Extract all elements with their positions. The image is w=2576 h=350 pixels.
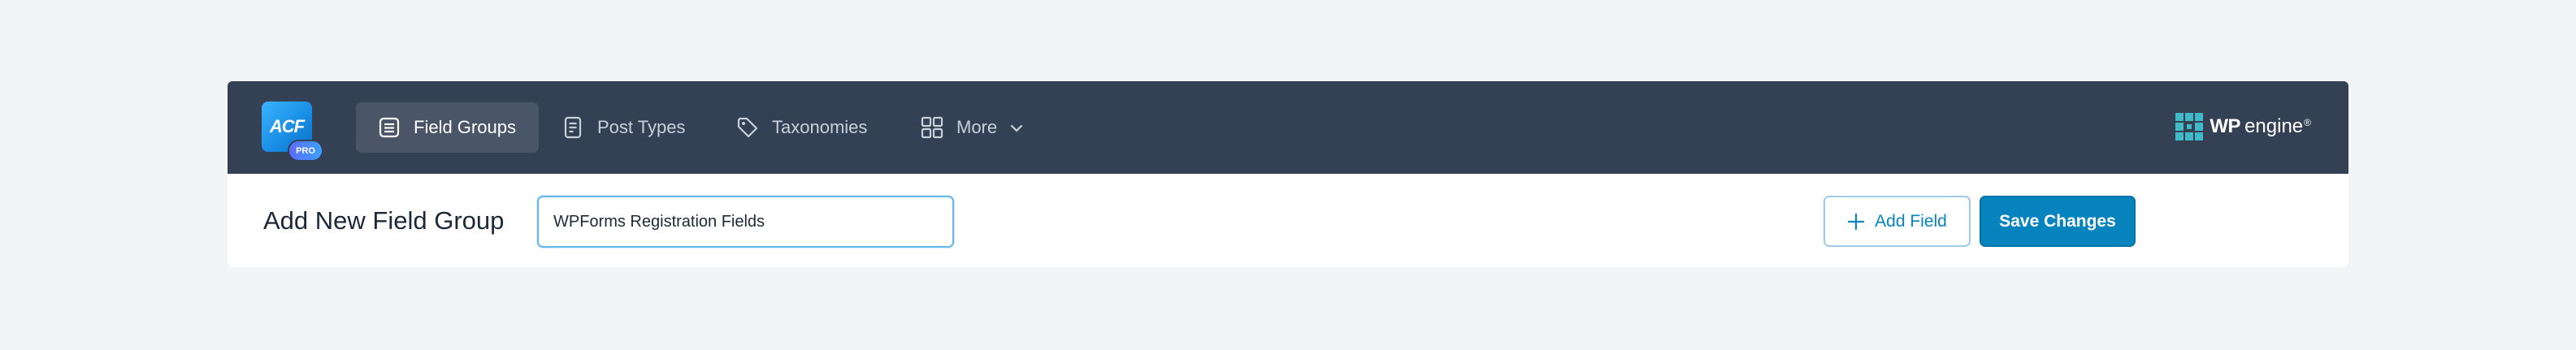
- brand-bold-text: WP: [2210, 115, 2241, 137]
- top-navigation-bar: ACF PRO Field Groups Post Types Taxonomi…: [228, 81, 2348, 174]
- nav-item-taxonomies[interactable]: Taxonomies: [714, 102, 890, 153]
- tag-icon: [737, 117, 758, 138]
- acf-pro-logo[interactable]: ACF PRO: [262, 102, 323, 163]
- page-title: Add New Field Group: [263, 206, 505, 235]
- nav-item-label: Post Types: [597, 117, 686, 137]
- post-types-icon: [564, 116, 582, 139]
- chevron-down-icon: [1011, 124, 1023, 132]
- add-field-button[interactable]: Add Field: [1824, 196, 1971, 247]
- nav-item-more[interactable]: More: [899, 102, 1047, 153]
- nav-item-field-groups[interactable]: Field Groups: [356, 102, 539, 153]
- brand-light-text: engine: [2244, 115, 2304, 137]
- plus-icon: [1848, 213, 1865, 230]
- pro-badge: PRO: [288, 140, 323, 162]
- logo-text: ACF: [269, 116, 305, 136]
- grid-icon: [921, 116, 943, 139]
- save-changes-button[interactable]: Save Changes: [1980, 196, 2136, 247]
- wp-engine-grid-icon: [2175, 113, 2204, 140]
- field-group-header: Add New Field Group Add Field Save Chang…: [228, 174, 2348, 267]
- nav-item-label: Field Groups: [414, 117, 516, 137]
- field-group-title-input[interactable]: [537, 196, 954, 248]
- field-groups-icon: [379, 117, 400, 138]
- nav-item-label: Taxonomies: [772, 117, 868, 137]
- nav-item-label: More: [956, 117, 998, 137]
- brand-registered-mark: ®: [2304, 117, 2311, 128]
- nav-item-post-types[interactable]: Post Types: [540, 102, 708, 153]
- wp-engine-logo[interactable]: WP engine ®: [2175, 112, 2311, 141]
- add-field-label: Add Field: [1875, 211, 1947, 231]
